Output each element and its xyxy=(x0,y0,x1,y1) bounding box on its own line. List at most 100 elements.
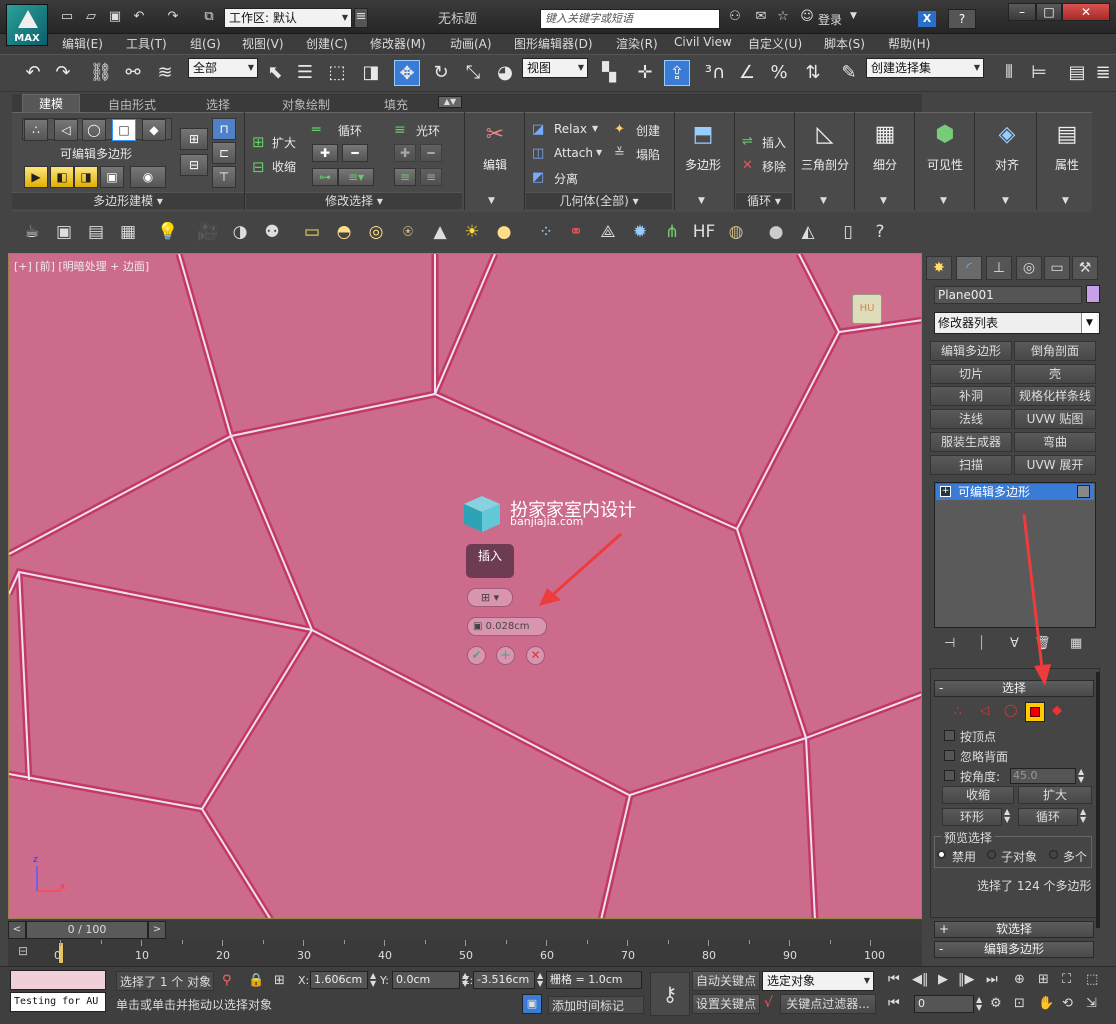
insert-loop-button[interactable]: 插入 xyxy=(762,134,786,151)
spinner-snap-icon[interactable]: ⇅ xyxy=(800,60,826,86)
configure-modifier-sets-icon[interactable]: ▦ xyxy=(1070,636,1082,651)
angle-spinner-arrows-icon[interactable]: ▲ ▼ xyxy=(1078,768,1084,784)
material-sphere-icon[interactable]: ● xyxy=(764,220,788,244)
current-frame-field[interactable]: 0 xyxy=(914,995,974,1013)
search-input[interactable]: 键入关键字或短语 xyxy=(540,9,720,29)
unlink-icon[interactable]: ⚯ xyxy=(120,60,146,86)
modify-tab-icon[interactable]: ◜ xyxy=(956,256,982,280)
menu-edit[interactable]: 编辑(E) xyxy=(62,35,103,52)
ring-button[interactable]: 光环 xyxy=(416,122,440,139)
collapse-stack-icon[interactable]: ⊞ xyxy=(180,128,208,150)
loop-button[interactable]: 循环 xyxy=(338,122,362,139)
communication-center-icon[interactable]: ✉ xyxy=(752,9,770,25)
caddy-cancel-icon[interactable]: ✕ xyxy=(526,646,545,665)
current-frame-spinner-icon[interactable]: ▲ ▼ xyxy=(976,996,982,1012)
film-icon[interactable]: ⚉ xyxy=(260,220,284,244)
modifier-button-edit-poly[interactable]: 编辑多边形 xyxy=(930,341,1012,361)
favorites-star-icon[interactable]: ☆ xyxy=(774,9,792,25)
menu-group[interactable]: 组(G) xyxy=(190,35,221,52)
make-unique-icon[interactable]: ⊤ xyxy=(212,166,236,188)
ring-grow-icon[interactable]: ✚ xyxy=(394,144,416,162)
object-name-field[interactable]: Plane001 xyxy=(934,286,1082,304)
element-level-icon[interactable]: ◆ xyxy=(142,119,166,141)
zoom-extents-icon[interactable]: ⛶ xyxy=(1062,972,1071,987)
stack-item-editable-poly[interactable]: 可编辑多边形 xyxy=(936,484,1094,500)
menu-scripting[interactable]: 脚本(S) xyxy=(824,35,865,52)
color-palette-icon[interactable]: ◭ xyxy=(796,220,820,244)
menu-customize[interactable]: 自定义(U) xyxy=(748,35,802,52)
selection-lock-icon[interactable]: 🔒 xyxy=(248,973,264,988)
particle-grid-icon[interactable]: ⁘ xyxy=(534,220,558,244)
help-circle-icon[interactable]: ? xyxy=(868,220,892,244)
wireframe-icon[interactable]: ⟁ xyxy=(596,220,620,244)
sphere-light-icon[interactable]: ● xyxy=(492,220,516,244)
command-panel-scrollbar[interactable] xyxy=(1096,672,1100,928)
menu-civil-view[interactable]: Civil View xyxy=(674,35,732,49)
angle-spinner[interactable]: 45.0 xyxy=(1010,768,1076,784)
y-coordinate-field[interactable]: 0.0cm xyxy=(392,971,460,989)
polygons-dropdown-icon[interactable]: ▼ xyxy=(698,196,705,206)
angle-snap-icon[interactable]: ∠ xyxy=(734,60,760,86)
cone-icon[interactable]: ▲ xyxy=(428,220,452,244)
sun-icon[interactable]: ☀ xyxy=(460,220,484,244)
select-and-move-icon[interactable]: ✥ xyxy=(394,60,420,86)
modifier-button-unwrap-uvw[interactable]: UVW 展开 xyxy=(1014,455,1096,475)
attach-dropdown-icon[interactable]: ▼ xyxy=(596,148,602,157)
loop-shrink-icon[interactable]: ━ xyxy=(342,144,368,162)
zoom-icon[interactable]: ⊕ xyxy=(1014,972,1025,987)
menu-modifiers[interactable]: 修改器(M) xyxy=(370,35,426,52)
subdivision-dropdown-icon[interactable]: ▼ xyxy=(880,196,887,206)
basket-icon[interactable]: ⍟ xyxy=(396,220,420,244)
loop-mode-icon[interactable]: ⊶ xyxy=(312,168,338,186)
rectangular-selection-icon[interactable]: ⬚ xyxy=(324,60,350,86)
help-icon[interactable]: ? xyxy=(948,9,976,29)
camera-icon[interactable]: 🎥 xyxy=(196,220,220,244)
viewport-front[interactable] xyxy=(8,253,922,919)
named-selection-set-select[interactable]: 创建选择集 ▼ xyxy=(866,58,984,78)
motion-tab-icon[interactable]: ◎ xyxy=(1016,256,1042,280)
window-crossing-icon[interactable]: ◨ xyxy=(358,60,384,86)
attach-button[interactable]: Attach xyxy=(554,146,593,160)
fibonacci-icon[interactable]: ◍ xyxy=(724,220,748,244)
minimize-button[interactable]: – xyxy=(1008,3,1036,21)
workspace-select[interactable]: 工作区: 默认 ▼ xyxy=(224,8,352,28)
select-and-rotate-icon[interactable]: ↻ xyxy=(428,60,454,86)
polygons-panel-button[interactable]: ⬒ 多边形 xyxy=(676,114,730,173)
tris-panel-button[interactable]: ◺ 三角剖分 xyxy=(798,114,852,173)
key-filters-button[interactable]: 关键点过滤器... xyxy=(780,994,876,1014)
teapot-icon[interactable]: ☕ xyxy=(20,220,44,244)
x-coordinate-field[interactable]: 1.606cm xyxy=(310,971,368,989)
menu-help[interactable]: 帮助(H) xyxy=(888,35,930,52)
maxscript-mini-listener-top[interactable] xyxy=(10,970,106,990)
redo-icon[interactable]: ↷ xyxy=(50,60,76,86)
edit-panel-button[interactable]: ✂ 编辑 xyxy=(468,114,522,173)
gear-cluster-icon[interactable]: ✹ xyxy=(628,220,652,244)
field-of-view-icon[interactable]: ⊡ xyxy=(1014,996,1025,1011)
ribbon-tab-freeform[interactable]: 自由形式 xyxy=(108,96,156,113)
visibility-panel-button[interactable]: ⬢ 可见性 xyxy=(918,114,972,173)
zoom-extents-all-icon[interactable]: ⬚ xyxy=(1086,972,1098,987)
pivot-center-icon[interactable]: ▚ xyxy=(596,60,622,86)
render-production-icon[interactable]: ▦ xyxy=(116,220,140,244)
ribbon-tab-populate[interactable]: 填充 xyxy=(384,96,408,113)
show-end-result-icon[interactable]: ⏐ xyxy=(978,636,985,651)
object-color-swatch[interactable] xyxy=(1086,285,1100,303)
manipulate-icon[interactable]: ✛ xyxy=(632,60,658,86)
properties-dropdown-icon[interactable]: ▼ xyxy=(1062,196,1069,206)
key-icon[interactable]: ⚷ xyxy=(650,972,690,1016)
selection-ring-button[interactable]: 环形 xyxy=(942,808,1002,826)
use-soft-selection-icon[interactable]: ◉ xyxy=(130,166,166,188)
soft-selection-rollout-header[interactable]: + 软选择 xyxy=(934,921,1094,938)
mirror-icon[interactable]: ⫴ xyxy=(996,60,1022,86)
visibility-dropdown-icon[interactable]: ▼ xyxy=(940,196,947,206)
time-slider-next-icon[interactable]: > xyxy=(148,921,166,939)
orbit-icon[interactable]: ⟲ xyxy=(1062,996,1073,1011)
modifier-button-normalize-spline[interactable]: 规格化样条线 xyxy=(1014,386,1096,406)
border-level-icon[interactable]: ◯ xyxy=(82,119,106,141)
element-subobject-icon[interactable]: ◆ xyxy=(1052,703,1062,718)
loop-grow-icon[interactable]: ✚ xyxy=(312,144,338,162)
menu-tools[interactable]: 工具(T) xyxy=(126,35,167,52)
modifier-button-shell[interactable]: 壳 xyxy=(1014,364,1096,384)
align-icon[interactable]: ⊨ xyxy=(1026,60,1052,86)
previous-modifier-icon[interactable]: ◧ xyxy=(50,166,74,188)
